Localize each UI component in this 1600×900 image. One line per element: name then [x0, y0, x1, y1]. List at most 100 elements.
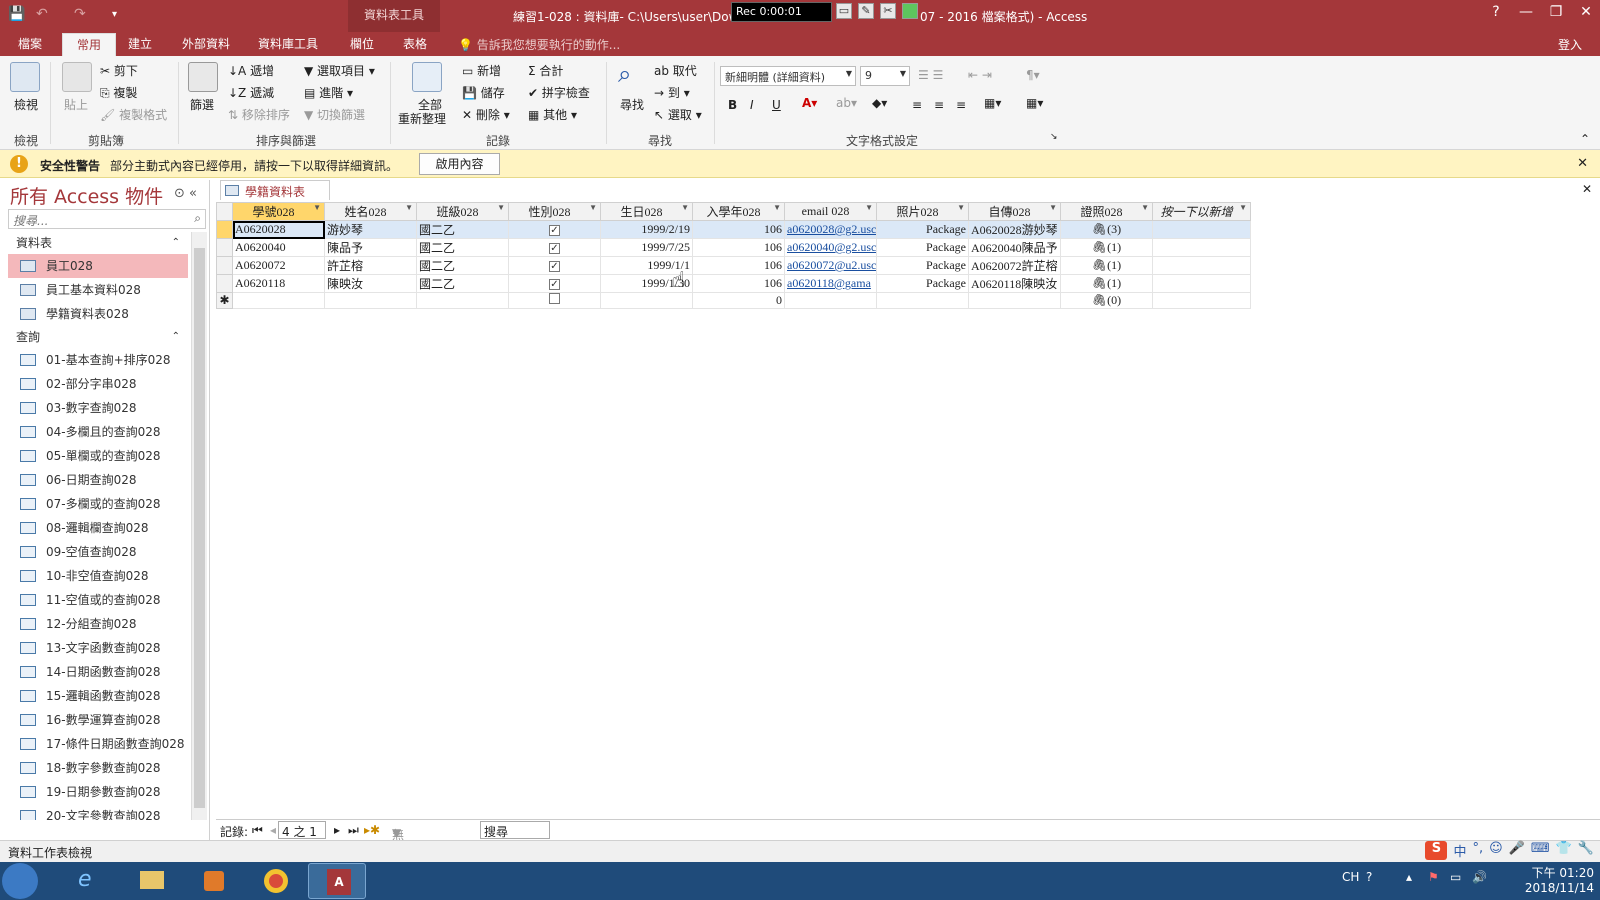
table-cell[interactable]: A0620040陳品予 — [968, 238, 1061, 257]
table-row[interactable]: A0620040 陳品予 國二乙 ✓ 1999/7/25 106 a0620040@g2.u… — [216, 238, 1251, 257]
table-cell[interactable]: ✓ — [508, 274, 601, 293]
select-all-corner[interactable] — [216, 202, 233, 221]
column-header[interactable]: 姓名028 ▼ — [324, 202, 417, 221]
toggle-filter-button[interactable]: ▼ 切換篩選 — [304, 106, 365, 123]
start-button-icon[interactable] — [2, 863, 38, 899]
column-header[interactable]: 性別028 ▼ — [508, 202, 601, 221]
column-header[interactable]: 按一下以新增 ▼ — [1152, 202, 1251, 221]
table-cell[interactable]: 106 — [692, 274, 785, 293]
table-cell[interactable]: 106 — [692, 238, 785, 257]
column-header[interactable]: 照片028 ▼ — [876, 202, 969, 221]
table-row[interactable]: A0620028 游妙琴 國二乙 ✓ 1999/2/19 106 a0620028@g2.u… — [216, 220, 1251, 239]
indent-icon[interactable]: ⇤ ⇥ — [968, 68, 992, 82]
column-header[interactable]: 班級028 ▼ — [416, 202, 509, 221]
chevron-down-icon[interactable]: ▼ — [681, 203, 689, 212]
table-cell[interactable]: Package — [876, 256, 969, 275]
copy-button[interactable]: ⎘ 複製 — [100, 84, 137, 101]
nav-query-item[interactable]: 12-分組查詢028 — [8, 612, 188, 636]
action-center-icon[interactable]: ⚑ — [1428, 870, 1439, 884]
green-square-icon[interactable] — [902, 3, 918, 19]
table-cell[interactable]: Package — [876, 274, 969, 293]
table-cell[interactable]: 陳映汝 — [324, 274, 417, 293]
spelling-button[interactable]: ✔ 拼字檢查 — [528, 84, 590, 101]
checkbox[interactable] — [549, 293, 560, 304]
cut-button[interactable]: ✂ 剪下 — [100, 62, 138, 79]
access-app-icon[interactable]: A — [308, 863, 366, 899]
checkbox[interactable]: ✓ — [549, 243, 560, 254]
record-selector[interactable]: ✱ — [216, 292, 233, 309]
replace-button[interactable]: ab 取代 — [654, 62, 697, 79]
table-cell[interactable]: a0620072@u2.usc — [784, 256, 877, 275]
table-cell[interactable]: 106 — [692, 220, 785, 239]
table-cell[interactable]: 許芷榕 — [324, 256, 417, 275]
column-header[interactable]: 入學年028 ▼ — [692, 202, 785, 221]
table-cell[interactable]: 1999/7/25 — [600, 238, 693, 257]
internet-explorer-icon[interactable]: e — [60, 863, 118, 899]
record-position-input[interactable]: 4 之 1 — [278, 821, 326, 839]
redo-icon[interactable]: ↷ — [74, 6, 86, 22]
chevron-down-icon[interactable]: ▼ — [865, 203, 873, 212]
table-cell[interactable]: ✓ — [508, 238, 601, 257]
find-button[interactable]: 尋找 — [620, 96, 644, 113]
nav-query-item[interactable]: 20-文字參數查詢028 — [8, 804, 188, 820]
tell-me-box[interactable]: 💡 告訴我您想要執行的動作... — [458, 36, 620, 53]
screen-icon[interactable]: ▭ — [836, 3, 852, 19]
table-cell[interactable] — [600, 292, 693, 309]
emoji-icon[interactable]: ☺ — [1489, 841, 1503, 860]
find-icon[interactable]: ⌕ — [618, 60, 631, 88]
close-icon[interactable]: ✕ — [1582, 182, 1592, 196]
checkbox[interactable]: ✓ — [549, 261, 560, 272]
nav-query-item[interactable]: 16-數學運算查詢028 — [8, 708, 188, 732]
table-cell[interactable]: 游妙琴 — [324, 220, 417, 239]
table-cell[interactable]: 1999/2/19 — [600, 220, 693, 239]
nav-query-item[interactable]: 02-部分字串028 — [8, 372, 188, 396]
gridlines-icon[interactable]: ▦▾ — [1026, 96, 1043, 110]
nav-query-item[interactable]: 09-空值查詢028 — [8, 540, 188, 564]
alternate-row-color-icon[interactable]: ▦▾ — [984, 96, 1001, 110]
save-record-button[interactable]: 💾 儲存 — [462, 84, 505, 101]
nav-table-item[interactable]: 學籍資料表028 — [8, 302, 188, 326]
nav-query-item[interactable]: 10-非空值查詢028 — [8, 564, 188, 588]
table-cell[interactable]: 0 — [692, 292, 785, 309]
table-cell[interactable]: A0620028 — [232, 220, 325, 239]
sign-in-link[interactable]: 登入 — [1558, 36, 1582, 53]
record-selector[interactable] — [216, 274, 233, 293]
keyboard-icon[interactable]: ⌨ — [1531, 841, 1550, 860]
selection-button[interactable]: ▼ 選取項目 ▾ — [304, 62, 375, 79]
next-record-icon[interactable]: ▸ — [334, 823, 340, 837]
undo-icon[interactable]: ↶ — [36, 6, 48, 22]
column-header[interactable]: 自傳028 ▼ — [968, 202, 1061, 221]
checkbox[interactable]: ✓ — [549, 225, 560, 236]
nav-title[interactable]: 所有 Access 物件 — [10, 182, 163, 209]
column-header[interactable]: 生日028 ▼ — [600, 202, 693, 221]
column-header[interactable]: email 028 ▼ — [784, 202, 877, 221]
tab-external-data[interactable]: 外部資料 — [182, 35, 230, 52]
align-left-icon[interactable]: ≡ — [912, 98, 922, 112]
table-cell[interactable] — [1152, 274, 1251, 293]
file-explorer-icon[interactable] — [122, 863, 180, 899]
delete-record-button[interactable]: ✕ 刪除 ▾ — [462, 106, 510, 123]
table-cell[interactable]: A0620118 — [232, 274, 325, 293]
font-size-select[interactable]: 9 ▼ — [860, 66, 910, 86]
font-name-select[interactable]: 新細明體 (詳細資料) ▼ — [720, 66, 856, 86]
view-icon[interactable] — [10, 62, 40, 92]
table-cell[interactable]: A0620118陳映汝 — [968, 274, 1061, 293]
table-cell[interactable]: a0620028@g2.usc — [784, 220, 877, 239]
more-button[interactable]: ▦ 其他 ▾ — [528, 106, 577, 123]
tray-expand-icon[interactable]: ▴ — [1406, 870, 1412, 884]
record-selector[interactable] — [216, 220, 233, 239]
record-search-input[interactable]: 搜尋 — [480, 821, 550, 839]
paste-button[interactable]: 貼上 — [64, 96, 88, 113]
table-cell[interactable]: ✓ — [508, 256, 601, 275]
bold-button[interactable]: B — [728, 98, 737, 112]
nav-query-item[interactable]: 19-日期參數查詢028 — [8, 780, 188, 804]
email-link[interactable]: a0620040@g2.usc — [787, 240, 876, 254]
scrollbar-thumb[interactable] — [194, 248, 205, 808]
totals-button[interactable]: Σ 合計 — [528, 62, 563, 79]
table-cell[interactable]: 🖇(0) — [1060, 292, 1153, 309]
fill-color-icon[interactable]: ◆▾ — [872, 96, 887, 110]
highlight-icon[interactable]: ab▾ — [836, 96, 857, 110]
table-cell[interactable]: 🖇(3) — [1060, 220, 1153, 239]
remove-sort-button[interactable]: ⇅ 移除排序 — [228, 106, 290, 123]
help-button[interactable]: ? — [1488, 4, 1504, 20]
